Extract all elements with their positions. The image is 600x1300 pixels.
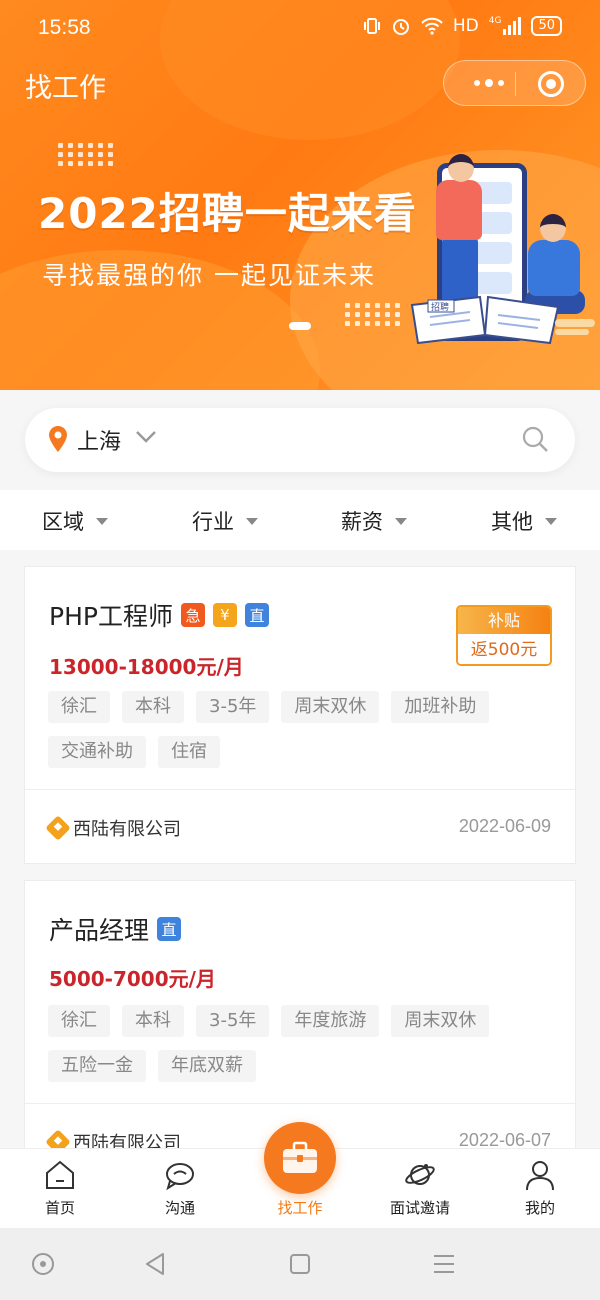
system-nav-bar xyxy=(0,1228,600,1300)
header-banner[interactable]: 15:58 HD 4G 50 找工作 2022招聘一起来看 寻找最强的你 一起见… xyxy=(0,0,600,390)
tab-home[interactable]: 首页 xyxy=(20,1159,100,1218)
filter-bar: 区域 行业 薪资 其他 xyxy=(0,490,600,550)
find-job-fab[interactable] xyxy=(264,1122,336,1194)
close-miniprogram-icon[interactable] xyxy=(538,71,564,97)
filter-label: 行业 xyxy=(192,510,234,534)
tab-interview-invites[interactable]: 面试邀请 xyxy=(380,1159,460,1218)
filter-region[interactable]: 区域 xyxy=(42,506,108,536)
more-icon[interactable] xyxy=(464,61,514,105)
job-tag: 3-5年 xyxy=(196,691,270,723)
job-tag: 徐汇 xyxy=(48,1005,110,1037)
status-time: 15:58 xyxy=(38,16,91,39)
job-card[interactable]: PHP工程师 急 ¥ 直 补贴 返500元 13000-18000元/月 徐汇 … xyxy=(24,566,576,864)
job-tag: 本科 xyxy=(122,1005,184,1037)
planet-icon xyxy=(405,1164,435,1185)
network-type: HD xyxy=(452,16,479,36)
status-bar: 15:58 HD 4G 50 xyxy=(0,0,600,56)
tab-label: 找工作 xyxy=(277,1199,323,1217)
plant-icon xyxy=(555,319,595,335)
job-tag: 3-5年 xyxy=(196,1005,270,1037)
book-label: 招聘 xyxy=(431,301,449,313)
job-tags: 徐汇 本科 3-5年 周末双休 加班补助 交通补助 住宿 xyxy=(48,691,548,768)
filter-label: 区域 xyxy=(42,510,84,534)
job-salary: 13000-18000元/月 xyxy=(49,655,244,679)
direct-badge: 直 xyxy=(244,603,269,627)
carousel-indicator[interactable] xyxy=(289,322,311,330)
status-icons: HD 4G 50 xyxy=(363,16,562,36)
banner-subline: 寻找最强的你 一起见证未来 xyxy=(42,261,376,290)
tab-label: 首页 xyxy=(44,1199,75,1217)
job-title-row: PHP工程师 急 ¥ 直 xyxy=(49,597,269,633)
assistant-button-icon[interactable] xyxy=(31,1252,55,1276)
job-tag: 交通补助 xyxy=(48,736,146,768)
home-button-icon[interactable] xyxy=(288,1252,312,1276)
filter-industry[interactable]: 行业 xyxy=(192,506,258,536)
job-tag: 五险一金 xyxy=(48,1050,146,1082)
job-title-row: 产品经理 直 xyxy=(49,911,182,947)
job-tag: 年底双薪 xyxy=(158,1050,256,1082)
chevron-down-icon[interactable] xyxy=(135,426,157,446)
filter-label: 其他 xyxy=(491,510,533,534)
job-tags: 徐汇 本科 3-5年 年度旅游 周末双休 五险一金 年底双薪 xyxy=(48,1005,548,1082)
chat-icon xyxy=(166,1163,194,1191)
tab-chat[interactable]: 沟通 xyxy=(140,1159,220,1218)
search-bar[interactable]: 上海 xyxy=(25,408,575,472)
job-tag: 年度旅游 xyxy=(281,1005,380,1037)
job-tag: 周末双休 xyxy=(281,691,380,723)
caret-down-icon xyxy=(395,517,407,525)
signal-label: 4G xyxy=(488,16,502,26)
battery-icon: 50 xyxy=(531,16,562,36)
briefcase-icon xyxy=(283,1141,317,1173)
home-icon xyxy=(46,1160,74,1189)
filter-other[interactable]: 其他 xyxy=(491,506,557,536)
signal-icon: 4G xyxy=(489,17,522,35)
book-icon: 招聘 xyxy=(410,295,560,345)
decor-dots-icon xyxy=(345,303,401,326)
paid-badge: ¥ xyxy=(212,603,237,627)
user-icon xyxy=(526,1161,554,1191)
job-tag: 周末双休 xyxy=(391,1005,490,1037)
urgent-badge: 急 xyxy=(180,603,205,627)
decor-dots-icon xyxy=(58,143,114,166)
city-selector[interactable]: 上海 xyxy=(77,424,121,456)
app-root: 15:58 HD 4G 50 找工作 2022招聘一起来看 寻找最强的你 一起见… xyxy=(0,0,600,1300)
vibrate-icon xyxy=(363,18,380,34)
location-pin-icon xyxy=(49,426,67,452)
job-tag: 本科 xyxy=(122,691,184,723)
tab-label: 我的 xyxy=(524,1199,555,1217)
job-title: PHP工程师 xyxy=(49,602,173,631)
miniprogram-capsule xyxy=(443,60,586,106)
caret-down-icon xyxy=(545,517,557,525)
search-icon[interactable] xyxy=(521,425,549,453)
alarm-icon xyxy=(392,19,409,35)
company-logo-icon xyxy=(45,815,71,841)
caret-down-icon xyxy=(96,517,108,525)
post-date: 2022-06-09 xyxy=(458,816,551,836)
job-salary: 5000-7000元/月 xyxy=(49,967,216,991)
subsidy-badge: 补贴 返500元 xyxy=(456,605,552,666)
job-tag: 徐汇 xyxy=(48,691,110,723)
subsidy-label: 补贴 xyxy=(458,607,550,634)
recents-menu-icon[interactable] xyxy=(432,1252,456,1276)
page-title: 找工作 xyxy=(25,73,106,104)
tab-find-job[interactable]: 找工作 xyxy=(260,1197,340,1218)
filter-label: 薪资 xyxy=(341,510,383,534)
direct-badge: 直 xyxy=(157,917,182,941)
caret-down-icon xyxy=(246,517,258,525)
filter-salary[interactable]: 薪资 xyxy=(341,506,407,536)
wifi-icon xyxy=(421,17,443,35)
company-row: 西陆有限公司 xyxy=(45,815,181,841)
banner-headline: 2022招聘一起来看 xyxy=(38,189,417,238)
tab-label: 沟通 xyxy=(164,1199,195,1217)
job-tag: 加班补助 xyxy=(391,691,490,723)
back-icon[interactable] xyxy=(143,1252,167,1276)
subsidy-value: 返500元 xyxy=(458,634,550,664)
tab-profile[interactable]: 我的 xyxy=(500,1159,580,1218)
company-name: 西陆有限公司 xyxy=(73,819,181,840)
job-tag: 住宿 xyxy=(158,736,220,768)
job-title: 产品经理 xyxy=(49,916,150,945)
tab-label: 面试邀请 xyxy=(389,1199,450,1217)
